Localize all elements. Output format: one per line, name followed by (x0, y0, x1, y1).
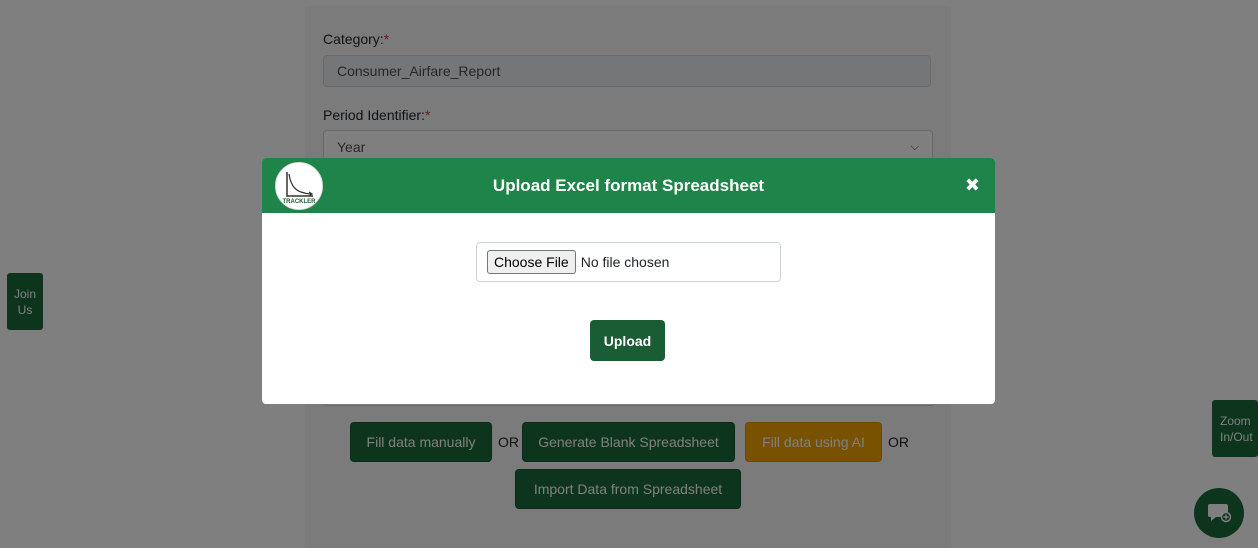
file-input[interactable]: Choose File No file chosen (476, 242, 781, 282)
upload-modal: TRACKLER Upload Excel format Spreadsheet… (262, 158, 995, 404)
close-icon[interactable]: ✖ (965, 175, 980, 195)
trackler-logo: TRACKLER (275, 162, 323, 210)
modal-title: Upload Excel format Spreadsheet (492, 175, 765, 195)
upload-button[interactable]: Upload (590, 320, 665, 361)
svg-text:TRACKLER: TRACKLER (283, 199, 317, 205)
modal-header: TRACKLER Upload Excel format Spreadsheet… (262, 158, 995, 213)
file-status: No file chosen (580, 254, 670, 270)
choose-file-button[interactable]: Choose File (487, 250, 576, 274)
